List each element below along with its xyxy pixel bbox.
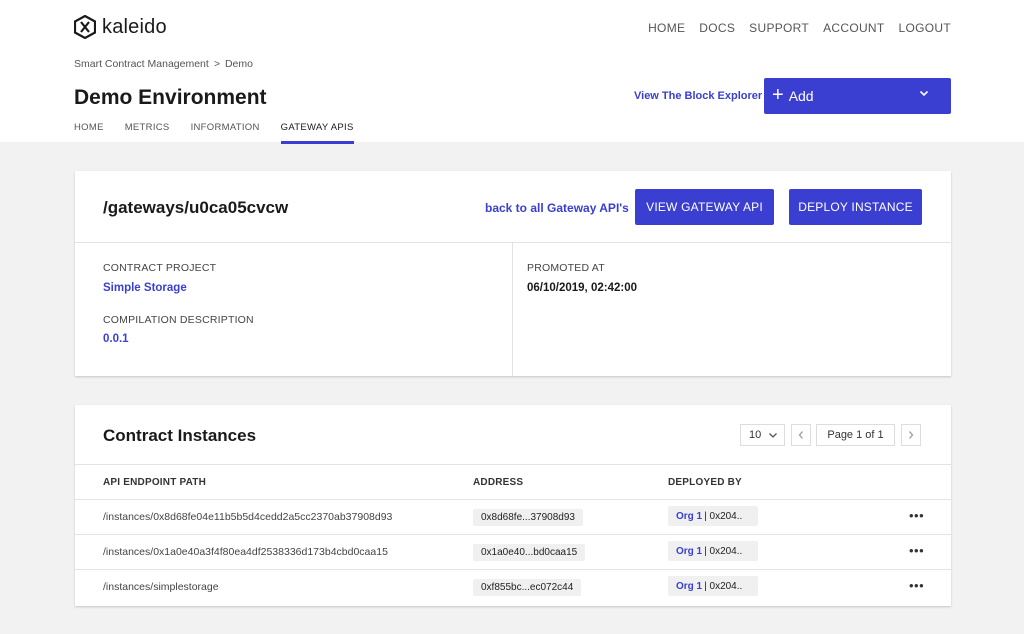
next-page-button[interactable] (901, 424, 921, 446)
breadcrumb-parent[interactable]: Smart Contract Management (74, 58, 209, 70)
chevron-left-icon (798, 431, 803, 439)
brand-name: kaleido (102, 15, 167, 38)
deployed-by-chip: Org 1 | 0x204.. (668, 576, 758, 596)
contract-instances-title: Contract Instances (103, 426, 257, 445)
org-link[interactable]: Org 1 (676, 546, 702, 557)
column-header-deployed-by[interactable]: DEPLOYED BY (668, 477, 742, 488)
add-button[interactable]: + Add (764, 78, 951, 114)
contract-project-link[interactable]: Simple Storage (103, 282, 187, 294)
table-header: API ENDPOINT PATH ADDRESS DEPLOYED BY (75, 464, 951, 500)
tab-metrics[interactable]: METRICS (125, 122, 170, 144)
table-row[interactable]: /instances/simplestorage 0xf855bc...ec07… (75, 570, 951, 605)
nav-logout[interactable]: LOGOUT (899, 21, 951, 35)
view-gateway-api-button[interactable]: VIEW GATEWAY API (635, 189, 774, 225)
contract-project-label: CONTRACT PROJECT (103, 262, 217, 274)
chevron-down-icon (919, 90, 929, 97)
instance-path[interactable]: /instances/0x1a0e40a3f4f80ea4df2538336d1… (103, 546, 388, 558)
more-horizontal-icon[interactable]: ••• (909, 578, 924, 593)
brand-logo[interactable]: kaleido (74, 15, 167, 39)
back-to-gateways-link[interactable]: back to all Gateway API's (485, 201, 629, 215)
promoted-at-value: 06/10/2019, 02:42:00 (527, 282, 637, 294)
org-address: | 0x204.. (704, 580, 743, 592)
column-header-path[interactable]: API ENDPOINT PATH (103, 477, 206, 488)
gateway-details-card: /gateways/u0ca05cvcw back to all Gateway… (75, 171, 951, 376)
address-chip[interactable]: 0x8d68fe...37908d93 (473, 509, 583, 526)
compilation-description-link[interactable]: 0.0.1 (103, 333, 129, 345)
environment-tabs: HOME METRICS INFORMATION GATEWAY APIS (74, 122, 375, 144)
deployed-by-chip: Org 1 | 0x204.. (668, 541, 758, 561)
add-button-label: Add (788, 88, 814, 104)
more-horizontal-icon[interactable]: ••• (909, 543, 924, 558)
nav-docs[interactable]: DOCS (699, 21, 735, 35)
nav-support[interactable]: SUPPORT (749, 21, 809, 35)
breadcrumb-separator: > (213, 58, 220, 70)
prev-page-button[interactable] (791, 424, 811, 446)
compilation-description-label: COMPILATION DESCRIPTION (103, 314, 254, 326)
page-indicator: Page 1 of 1 (816, 424, 895, 446)
nav-account[interactable]: ACCOUNT (823, 21, 884, 35)
block-explorer-link[interactable]: View The Block Explorer (634, 90, 762, 102)
org-link[interactable]: Org 1 (676, 581, 702, 592)
instance-path[interactable]: /instances/0x8d68fe04e11b5b5d4cedd2a5cc2… (103, 511, 392, 523)
address-chip[interactable]: 0x1a0e40...bd0caa15 (473, 544, 586, 561)
plus-icon: + (772, 84, 784, 106)
table-row[interactable]: /instances/0x1a0e40a3f4f80ea4df2538336d1… (75, 535, 951, 570)
page-size-select[interactable]: 10 (740, 424, 785, 446)
promoted-at-label: PROMOTED AT (527, 262, 605, 274)
tab-gateway-apis[interactable]: GATEWAY APIS (280, 122, 354, 144)
breadcrumb-current: Demo (224, 58, 253, 70)
breadcrumb: Smart Contract Management > Demo (74, 58, 253, 70)
org-address: | 0x204.. (704, 510, 743, 522)
tab-home[interactable]: HOME (74, 122, 104, 144)
gateway-title: /gateways/u0ca05cvcw (103, 198, 289, 217)
org-link[interactable]: Org 1 (676, 511, 702, 522)
nav-home[interactable]: HOME (648, 21, 685, 35)
deploy-instance-button[interactable]: DEPLOY INSTANCE (789, 189, 922, 225)
top-navigation: HOME DOCS SUPPORT ACCOUNT LOGOUT (648, 21, 951, 35)
tab-information[interactable]: INFORMATION (191, 122, 260, 144)
top-bar: kaleido HOME DOCS SUPPORT ACCOUNT LOGOUT… (0, 0, 1024, 144)
kaleido-hex-logo-icon (74, 15, 96, 39)
page-title: Demo Environment (74, 86, 267, 109)
table-row[interactable]: /instances/0x8d68fe04e11b5b5d4cedd2a5cc2… (75, 500, 951, 535)
gateway-card-header: /gateways/u0ca05cvcw back to all Gateway… (75, 171, 951, 243)
org-address: | 0x204.. (704, 545, 743, 557)
column-divider (512, 243, 513, 376)
contract-instances-card: Contract Instances 10 Page 1 of 1 API EN… (75, 405, 951, 606)
gateway-card-body: CONTRACT PROJECT Simple Storage COMPILAT… (75, 243, 951, 376)
address-chip[interactable]: 0xf855bc...ec072c44 (473, 579, 582, 596)
instance-path[interactable]: /instances/simplestorage (103, 581, 219, 593)
page-size-value: 10 (749, 429, 762, 441)
chevron-down-icon (769, 433, 777, 438)
deployed-by-chip: Org 1 | 0x204.. (668, 506, 758, 526)
chevron-right-icon (909, 431, 914, 439)
more-horizontal-icon[interactable]: ••• (909, 508, 924, 523)
column-header-address[interactable]: ADDRESS (473, 477, 523, 488)
